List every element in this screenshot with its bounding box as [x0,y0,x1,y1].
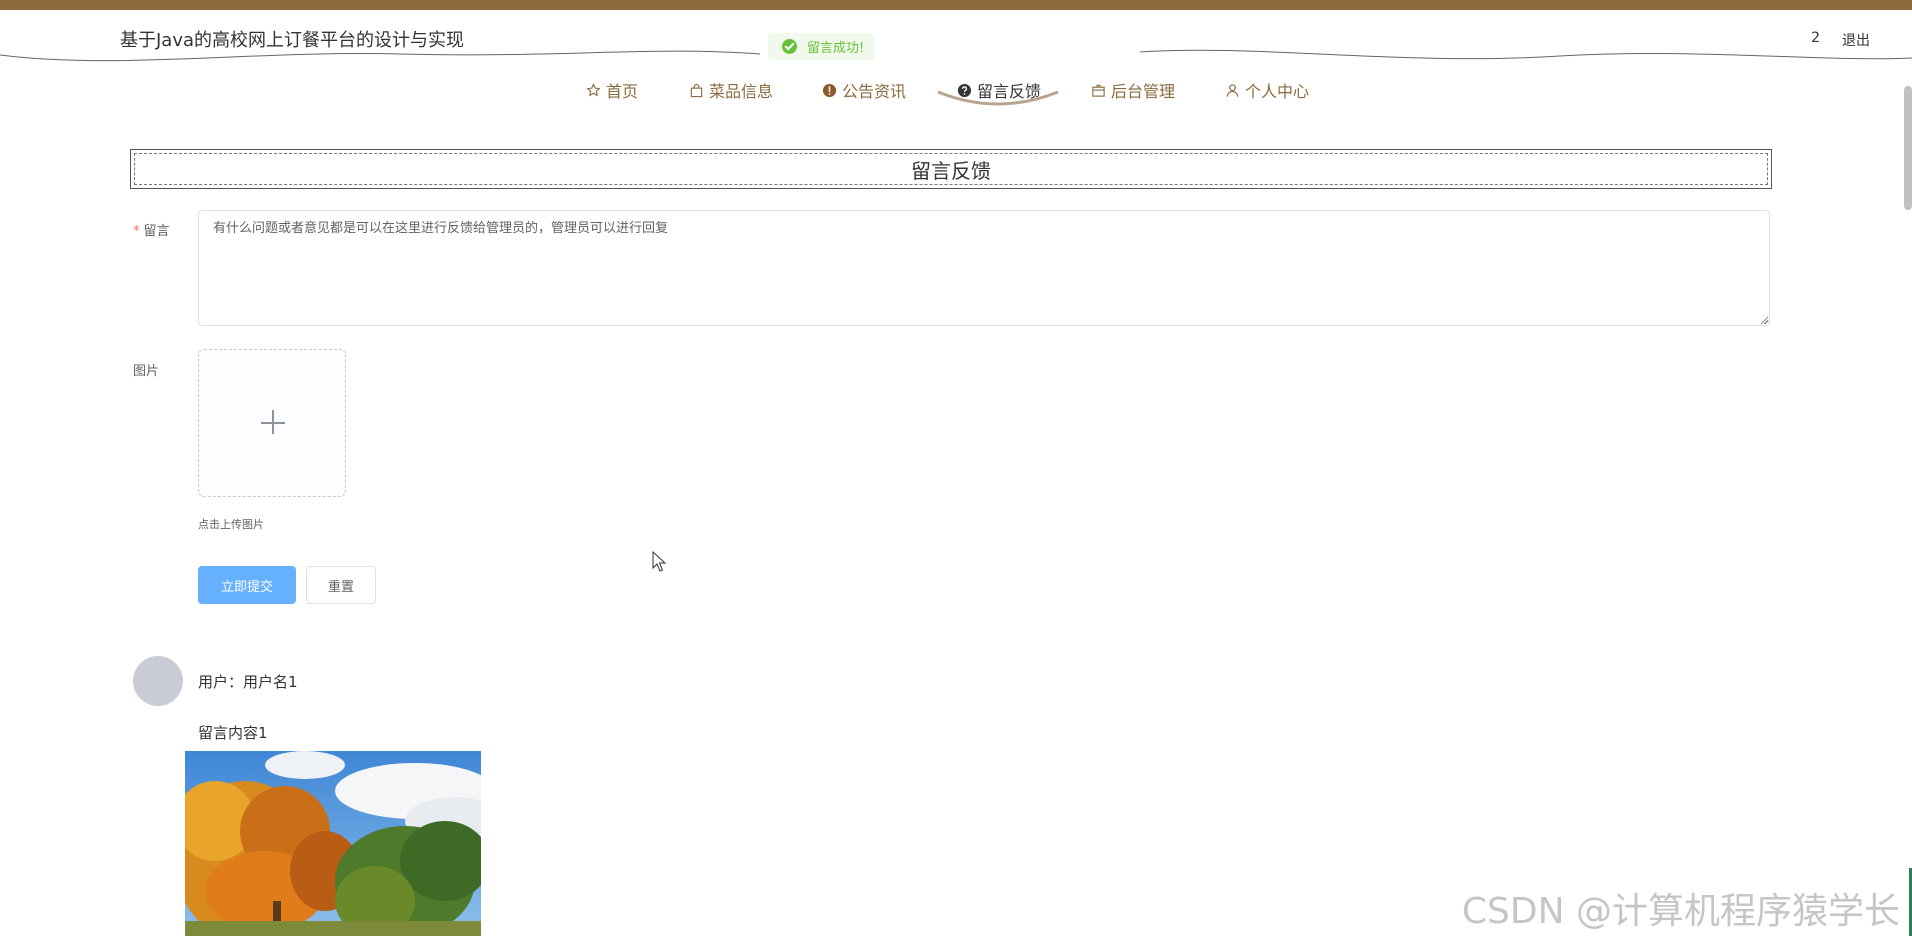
submit-button[interactable]: 立即提交 [198,566,296,604]
mouse-cursor-icon [652,551,667,572]
nav-item-dishes[interactable]: 菜品信息 [689,76,773,104]
avatar [133,656,183,706]
message-label: * 留言 [133,224,170,239]
image-label: 图片 [133,364,160,379]
message-content: 留言内容1 [198,724,268,742]
nav-label: 首页 [606,82,639,101]
star-icon [586,82,601,96]
site-title: 基于Java的高校网上订餐平台的设计与实现 [120,30,465,51]
success-toast: 留言成功! [768,33,875,60]
nav-label: 菜品信息 [709,82,774,101]
resize-grip-icon[interactable] [1760,316,1769,325]
nav-label: 个人中心 [1245,82,1310,101]
message-user: 用户：用户名1 [198,673,298,691]
user-actions: 2 退出 [1811,30,1870,50]
nav-label: 公告资讯 [842,82,907,101]
reset-button[interactable]: 重置 [306,566,376,604]
user-icon [1226,83,1239,97]
watermark: CSDN @计算机程序猿学长 [1461,891,1900,932]
nav-item-home[interactable]: 首页 [586,76,638,104]
toast-message: 留言成功! [807,41,865,56]
active-nav-underline [937,90,1059,106]
panel-title-box: 留言反馈 [130,149,1772,189]
message-image [185,751,481,936]
message-textarea[interactable]: 有什么问题或者意见都是可以在这里进行反馈给管理员的，管理员可以进行回复 [198,210,1770,326]
required-marker: * [133,224,140,239]
nav-item-profile[interactable]: 个人中心 [1225,76,1309,104]
bag-icon [690,83,703,97]
box-icon [1092,84,1105,97]
check-circle-icon [782,39,797,54]
nav-label: 后台管理 [1111,82,1176,101]
logout-link[interactable]: 退出 [1842,30,1870,50]
nav-item-admin[interactable]: 后台管理 [1091,76,1175,104]
user-number: 2 [1811,30,1820,46]
top-color-bar [0,0,1912,10]
alert-icon [822,83,837,97]
scrollbar[interactable] [1904,86,1912,210]
nav-item-news[interactable]: 公告资讯 [822,76,906,104]
upload-tip: 点击上传图片 [198,518,264,531]
image-upload-box[interactable] [198,349,346,497]
autumn-tree-photo [185,751,481,936]
panel-title: 留言反馈 [134,153,1768,185]
